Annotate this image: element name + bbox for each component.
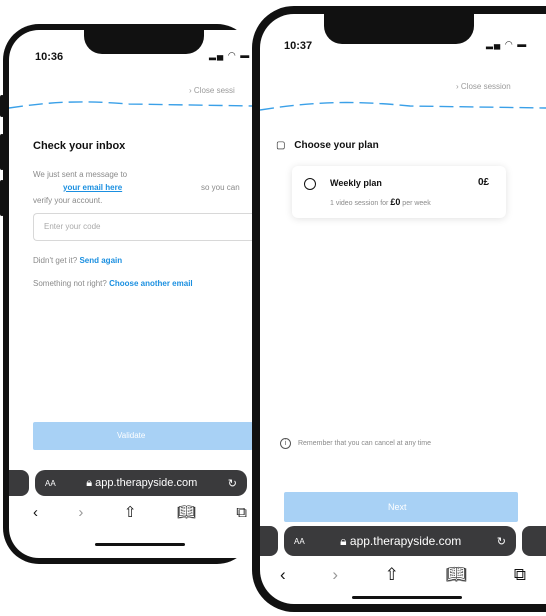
share-icon[interactable]: ⇧: [124, 503, 137, 521]
cancel-reminder: i Remember that you can cancel at any ti…: [280, 438, 431, 449]
status-time: 10:36: [35, 51, 64, 63]
code-input-placeholder: Enter your code: [44, 222, 101, 231]
chevron-right-icon[interactable]: ›: [332, 565, 338, 585]
code-input[interactable]: Enter your code: [33, 213, 253, 241]
url-bar-prev-tab[interactable]: [260, 526, 278, 556]
lock-icon: 🔒︎: [340, 533, 347, 548]
message-text: We just sent a message to your email her…: [33, 168, 243, 207]
url-text: app.therapyside.com: [95, 476, 198, 489]
chevron-right-icon[interactable]: ›: [78, 504, 83, 521]
url-address: 🔒︎ app.therapyside.com: [305, 534, 497, 549]
share-icon[interactable]: ⇧: [385, 565, 399, 585]
plan-description: 1 video session for £0 per week: [330, 197, 431, 207]
plan-desc-suffix: per week: [402, 200, 431, 207]
reload-icon[interactable]: ↻: [497, 535, 506, 548]
book-icon[interactable]: 📖︎: [177, 503, 196, 521]
battery-icon: ▬: [240, 50, 251, 60]
status-icons: ▂▄ ◠ ▬: [486, 39, 527, 50]
url-bar-prev-tab[interactable]: [9, 470, 29, 496]
status-icons: ▂▄ ◠ ▬: [209, 50, 250, 61]
choose-email-link[interactable]: Choose another email: [109, 279, 193, 288]
tabs-icon[interactable]: ⧉: [236, 504, 247, 521]
signal-icon: ▂▄: [209, 50, 225, 60]
message-line-1: We just sent a message to: [33, 170, 128, 179]
didnt-get-label: Didn't get it?: [33, 256, 78, 265]
header-wave: [9, 101, 253, 109]
validate-button-label: Validate: [117, 431, 146, 440]
right-phone-screen: 10:37 ▂▄ ◠ ▬ › Close session ▢ Choose yo…: [260, 14, 546, 604]
status-time: 10:37: [284, 40, 313, 52]
url-bar-next-tab[interactable]: [522, 526, 546, 556]
email-value: your email here: [63, 183, 123, 192]
message-tail: so you can: [201, 183, 240, 192]
home-indicator: [352, 596, 462, 599]
resend-row: Didn't get it? Send again: [33, 256, 122, 265]
chevron-left-icon[interactable]: ‹: [33, 504, 38, 521]
plan-card-weekly[interactable]: Weekly plan 0£ 1 video session for £0 pe…: [292, 166, 506, 218]
cancel-reminder-text: Remember that you can cancel at any time: [297, 440, 432, 447]
plan-desc-prefix: 1 video session for: [330, 200, 389, 207]
message-line-2: verify your account.: [33, 196, 103, 205]
left-phone-screen: 10:36 ▂▄ ◠ ▬ › Close sessi Check your in…: [9, 30, 253, 558]
wifi-icon: ◠: [504, 39, 514, 49]
url-bar[interactable]: AA 🔒︎ app.therapyside.com ↻: [284, 526, 516, 556]
chevron-left-icon[interactable]: ‹: [280, 565, 286, 585]
plan-price: 0£: [478, 177, 490, 188]
chevron-right-icon: ›: [456, 82, 459, 91]
radio-icon[interactable]: [304, 178, 316, 190]
signal-icon: ▂▄: [486, 39, 502, 49]
url-address: 🔒︎ app.therapyside.com: [56, 477, 228, 490]
change-email-row: Something not right? Choose another emai…: [33, 279, 193, 288]
send-again-link[interactable]: Send again: [79, 256, 122, 265]
url-bar[interactable]: AA 🔒︎ app.therapyside.com ↻: [35, 470, 247, 496]
page-title: Check your inbox: [33, 140, 126, 152]
choose-plan-header: ▢ Choose your plan: [276, 140, 379, 151]
battery-icon: ▬: [517, 39, 528, 49]
left-phone: 10:36 ▂▄ ◠ ▬ › Close sessi Check your in…: [3, 24, 253, 564]
lock-icon: 🔒︎: [86, 476, 93, 489]
url-text: app.therapyside.com: [349, 533, 462, 548]
right-phone-notch: [324, 14, 474, 44]
header-wave: [260, 101, 546, 111]
plan-desc-amount: £0: [390, 197, 401, 207]
browser-toolbar: ‹ › ⇧ 📖︎ ⧉: [280, 562, 526, 588]
next-button[interactable]: Next: [284, 492, 518, 522]
tabs-icon[interactable]: ⧉: [514, 565, 526, 585]
reload-icon[interactable]: ↻: [228, 477, 237, 490]
something-wrong-label: Something not right?: [33, 279, 107, 288]
close-session-link[interactable]: › Close session: [456, 82, 511, 91]
choose-plan-title: Choose your plan: [294, 140, 379, 151]
browser-toolbar: ‹ › ⇧ 📖︎ ⧉: [33, 500, 247, 524]
right-phone: 10:37 ▂▄ ◠ ▬ › Close session ▢ Choose yo…: [252, 6, 546, 612]
validate-button[interactable]: Validate: [33, 422, 253, 450]
home-indicator: [95, 543, 185, 546]
book-icon[interactable]: 📖︎: [446, 565, 468, 585]
left-phone-notch: [84, 30, 204, 54]
text-size-button[interactable]: AA: [294, 537, 305, 546]
wifi-icon: ◠: [227, 50, 237, 60]
plan-name: Weekly plan: [330, 178, 382, 188]
next-button-label: Next: [388, 502, 407, 512]
info-icon: i: [280, 438, 291, 449]
calendar-icon: ▢: [276, 140, 286, 151]
text-size-button[interactable]: AA: [45, 479, 56, 488]
close-session-label: Close session: [460, 82, 511, 91]
